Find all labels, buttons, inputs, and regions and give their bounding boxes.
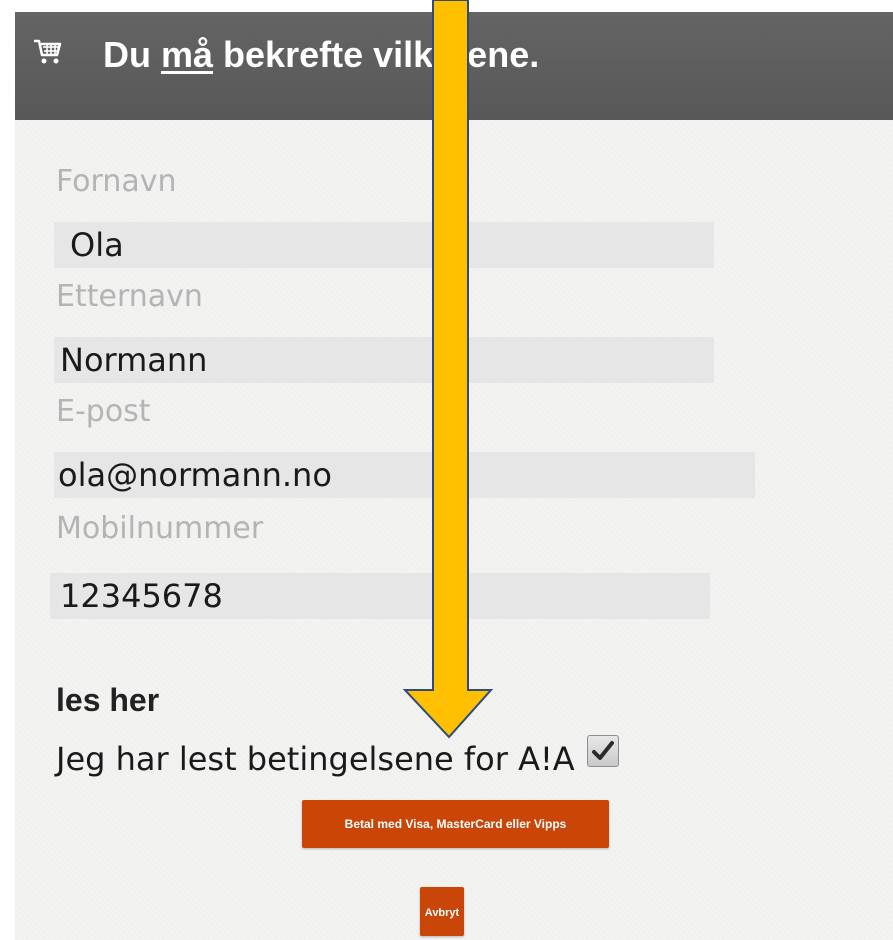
first-name-field[interactable]: Ola: [54, 222, 714, 268]
mobile-field[interactable]: 12345678: [50, 573, 710, 619]
cancel-button[interactable]: Avbryt: [420, 887, 464, 936]
first-name-label: Fornavn: [56, 164, 177, 199]
arrow-down-icon: [402, 0, 494, 739]
terms-row: Jeg har lest betingelsene for A!A: [56, 735, 619, 786]
left-margin: [0, 0, 15, 940]
email-label: E-post: [56, 394, 151, 429]
title-emphasis: må: [161, 34, 214, 75]
last-name-label: Etternavn: [56, 279, 203, 314]
title-prefix: Du: [103, 34, 161, 75]
shopping-cart-icon: [33, 38, 63, 66]
pay-button[interactable]: Betal med Visa, MasterCard eller Vipps: [302, 800, 609, 848]
terms-checkbox-label: Jeg har lest betingelsene for A!A: [56, 740, 575, 778]
terms-checkbox[interactable]: [586, 735, 619, 767]
mobile-label: Mobilnummer: [56, 511, 264, 546]
checkmark-icon: [591, 741, 614, 760]
terms-heading: les her: [56, 682, 160, 718]
last-name-field[interactable]: Normann: [54, 337, 714, 383]
